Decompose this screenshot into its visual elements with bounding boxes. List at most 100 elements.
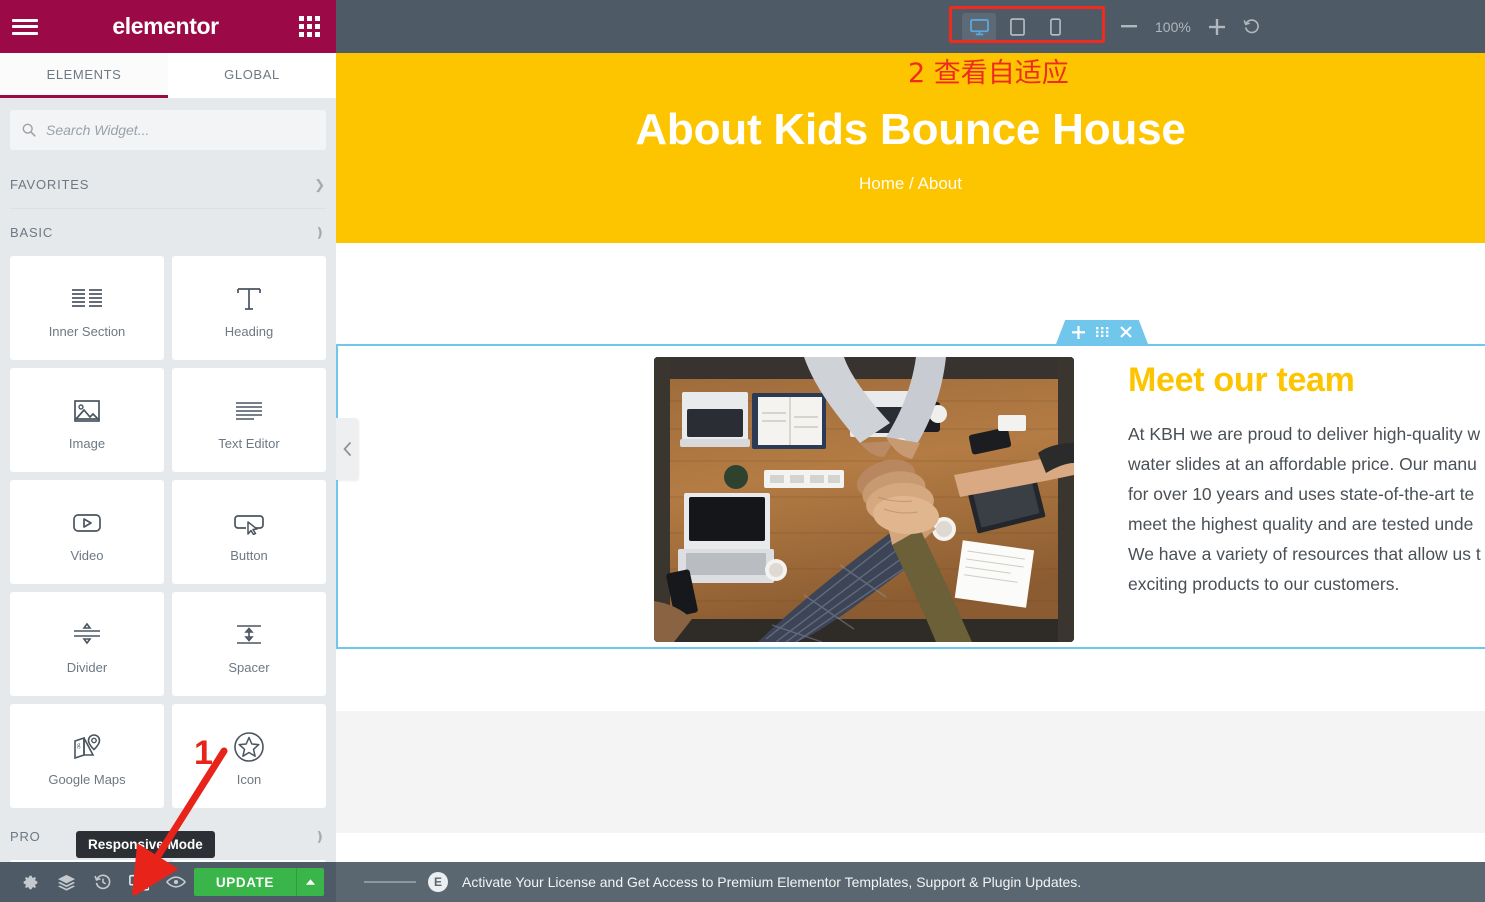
chevron-right-icon: ❯: [314, 176, 326, 192]
google-maps-icon: g: [71, 726, 103, 768]
paragraph-line: water slides at an affordable price. Our…: [1128, 454, 1477, 474]
page-title: About Kids Bounce House: [635, 105, 1186, 154]
notice-divider: [364, 881, 416, 883]
device-desktop-button[interactable]: [962, 13, 996, 41]
section-heading: Meet our team: [1128, 361, 1355, 399]
widget-panel: elementor ELEMENTS GLOBAL FAVORITES ❯: [0, 0, 336, 902]
settings-button[interactable]: [12, 862, 48, 902]
step-1-marker: 1.: [194, 734, 223, 772]
next-section-placeholder: [336, 711, 1485, 833]
divider-icon: [71, 614, 103, 656]
license-notice-bar: E Activate Your License and Get Access t…: [336, 862, 1485, 902]
heading-t-icon: [234, 278, 264, 320]
widget-inner-section[interactable]: Inner Section: [10, 256, 164, 360]
category-favorites[interactable]: FAVORITES ❯: [10, 160, 326, 208]
history-button[interactable]: [85, 862, 121, 902]
close-x-icon: [1120, 326, 1132, 338]
text-editor-icon: [233, 390, 265, 432]
star-circle-icon: [232, 726, 266, 768]
update-button-group: UPDATE: [193, 868, 324, 896]
search-input[interactable]: [46, 122, 314, 138]
widget-divider[interactable]: Divider: [10, 592, 164, 696]
history-clock-icon: [94, 874, 111, 890]
update-button[interactable]: UPDATE: [193, 868, 296, 896]
widget-heading[interactable]: Heading: [172, 256, 326, 360]
page-canvas: Meet our team At KBH we are proud to del…: [336, 243, 1485, 902]
tab-elements[interactable]: ELEMENTS: [0, 53, 168, 98]
widget-label: Icon: [236, 771, 262, 787]
panel-tabs: ELEMENTS GLOBAL: [0, 53, 336, 98]
device-mobile-button[interactable]: [1038, 13, 1072, 41]
delete-section-button[interactable]: [1120, 326, 1132, 338]
widget-image[interactable]: Image: [10, 368, 164, 472]
zoom-reset-button[interactable]: [1243, 18, 1260, 35]
svg-text:g: g: [77, 741, 81, 749]
category-favorites-label: FAVORITES: [10, 176, 90, 192]
widget-button[interactable]: Button: [172, 480, 326, 584]
elementor-editor: elementor ELEMENTS GLOBAL FAVORITES ❯: [0, 0, 1485, 902]
editor-stage: 100% 2 查看自适应 About Kids Bounce House Hom…: [336, 0, 1485, 902]
inner-section-icon: [70, 278, 104, 320]
preview-button[interactable]: [158, 862, 194, 902]
minus-icon: [1121, 25, 1137, 28]
apps-grid-icon[interactable]: [299, 16, 320, 37]
widget-label: Heading: [224, 323, 274, 339]
widget-label: Video: [70, 547, 104, 563]
elementor-logo: elementor: [112, 13, 219, 39]
zoom-level: 100%: [1155, 18, 1191, 35]
zoom-controls: 100%: [1121, 0, 1260, 53]
panel-collapse-handle[interactable]: [336, 418, 358, 480]
video-play-icon: [71, 502, 103, 544]
step-2-marker: 2 查看自适应: [908, 58, 1069, 89]
responsive-mode-icon: [129, 874, 150, 891]
widget-label: Button: [230, 547, 268, 563]
gear-icon: [23, 875, 37, 889]
button-cursor-icon: [233, 502, 265, 544]
chevron-down-icon: ❫: [314, 225, 326, 240]
notice-text: Activate Your License and Get Access to …: [462, 874, 1082, 890]
text-column: Meet our team At KBH we are proud to del…: [1128, 363, 1485, 599]
widget-video[interactable]: Video: [10, 480, 164, 584]
section-paragraph: At KBH we are proud to deliver high-qual…: [1128, 419, 1485, 599]
eye-icon: [165, 876, 186, 888]
update-options-caret[interactable]: [296, 868, 324, 896]
zoom-out-button[interactable]: [1121, 25, 1137, 28]
section-toolbar: [1056, 320, 1148, 344]
team-image[interactable]: [654, 357, 1074, 642]
navigator-button[interactable]: [48, 862, 84, 902]
responsive-mode-button[interactable]: [121, 862, 157, 902]
elementor-badge-icon: E: [428, 872, 448, 892]
drag-dots-icon: [1096, 327, 1109, 337]
category-pro-label: PRO: [10, 828, 41, 844]
image-icon: [72, 390, 102, 432]
widget-label: Spacer: [228, 659, 270, 675]
add-section-button[interactable]: [1072, 325, 1085, 339]
tab-global[interactable]: GLOBAL: [168, 53, 336, 98]
paragraph-line: for over 10 years and uses state-of-the-…: [1128, 484, 1475, 504]
chevron-down-icon: ❫: [314, 828, 326, 844]
paragraph-line: We have a variety of resources that allo…: [1128, 544, 1481, 564]
category-basic[interactable]: BASIC ❫: [10, 208, 326, 256]
device-switcher: [954, 10, 1080, 44]
layers-icon: [58, 874, 76, 891]
spacer-icon: [233, 614, 265, 656]
paragraph-line: At KBH we are proud to deliver high-qual…: [1128, 424, 1481, 444]
plus-icon: [1208, 18, 1225, 35]
search-widget-box[interactable]: [10, 110, 326, 150]
device-tablet-button[interactable]: [1000, 13, 1034, 41]
caret-up-icon: [305, 879, 316, 885]
widget-spacer[interactable]: Spacer: [172, 592, 326, 696]
panel-footer-toolbar: UPDATE: [0, 862, 336, 902]
desktop-icon: [969, 18, 989, 35]
panel-header: elementor: [0, 0, 336, 53]
mobile-icon: [1049, 18, 1061, 36]
tablet-icon: [1009, 18, 1025, 36]
widget-google-maps[interactable]: g Google Maps: [10, 704, 164, 808]
stage-topbar: 100%: [336, 0, 1485, 53]
widget-label: Image: [68, 435, 106, 451]
drag-section-handle[interactable]: [1096, 327, 1109, 337]
widget-text-editor[interactable]: Text Editor: [172, 368, 326, 472]
widget-icon[interactable]: 1. Icon: [172, 704, 326, 808]
basic-widget-grid: Inner Section Heading Image Text Editor …: [10, 256, 326, 808]
zoom-in-button[interactable]: [1208, 18, 1225, 35]
